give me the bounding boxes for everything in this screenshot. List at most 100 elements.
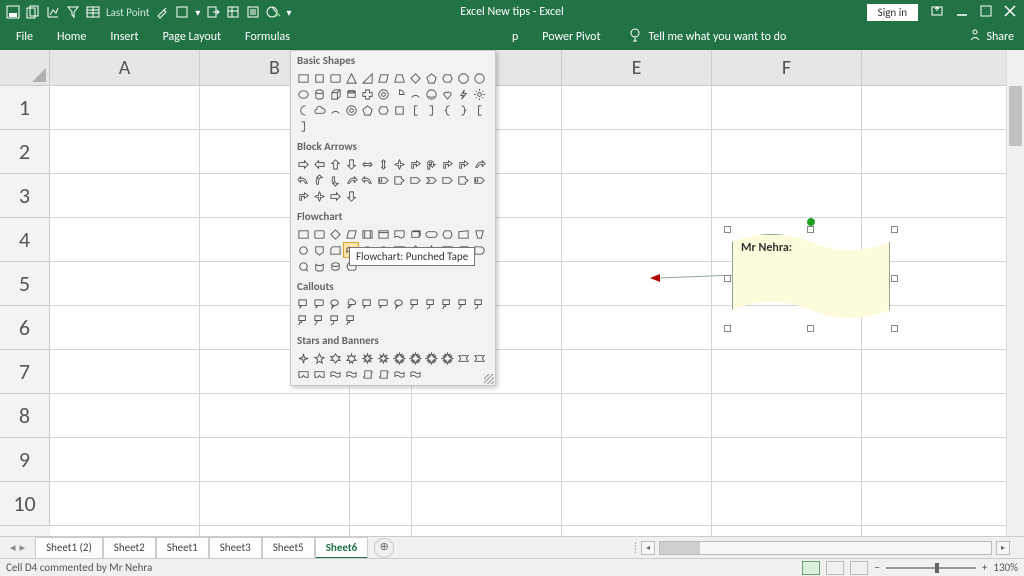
shape-fcMulti[interactable] [407, 226, 423, 242]
shape-arBent[interactable] [439, 156, 455, 172]
shape-arCurL[interactable] [295, 172, 311, 188]
shape-star6[interactable] [327, 350, 343, 366]
shape-coLine2[interactable] [423, 296, 439, 312]
shape-ar4[interactable] [391, 156, 407, 172]
shape-arPent[interactable] [407, 172, 423, 188]
shape-arCurR[interactable] [343, 172, 359, 188]
shape-arStr[interactable] [375, 172, 391, 188]
zoom-in-button[interactable]: + [982, 561, 987, 574]
shape-fcProc[interactable] [295, 226, 311, 242]
shape-arPent[interactable] [439, 172, 455, 188]
shape-triangle[interactable] [343, 70, 359, 86]
shape-arUturn[interactable] [423, 156, 439, 172]
shape-fcDec[interactable] [327, 226, 343, 242]
zoom-level[interactable]: 130% [993, 561, 1018, 574]
shape-arU[interactable] [327, 156, 343, 172]
shape-oval[interactable] [295, 86, 311, 102]
shape-donut[interactable] [343, 102, 359, 118]
resize-handle[interactable] [724, 275, 731, 282]
shape-cyl[interactable] [311, 86, 327, 102]
row-header[interactable]: 8 [0, 394, 50, 438]
shape-hex[interactable] [375, 102, 391, 118]
row-header[interactable]: 5 [0, 262, 50, 306]
brush-icon[interactable] [155, 5, 169, 19]
shape-fcMan[interactable] [455, 226, 471, 242]
zoom-slider[interactable] [886, 567, 976, 569]
spreadsheet-icon[interactable] [226, 5, 240, 19]
last-point-label[interactable]: Last Point [106, 6, 149, 19]
resize-handle[interactable] [807, 325, 814, 332]
shape-fcInt[interactable] [375, 226, 391, 242]
shape-arc[interactable] [407, 86, 423, 102]
resize-handle[interactable] [891, 325, 898, 332]
shape-pie[interactable] [391, 86, 407, 102]
qat-dropdown-icon[interactable]: ▾ [195, 6, 200, 19]
shape-oct[interactable] [455, 70, 471, 86]
sheet-tab[interactable]: Sheet2 [103, 537, 156, 559]
vertical-scrollbar[interactable] [1006, 50, 1024, 536]
form-icon[interactable] [246, 5, 260, 19]
shape-circle[interactable] [471, 70, 487, 86]
shape-arBent[interactable] [455, 156, 471, 172]
shape-star8[interactable] [375, 350, 391, 366]
shape-fcManOp[interactable] [471, 226, 487, 242]
shape-square[interactable] [391, 102, 407, 118]
shape-arc[interactable] [327, 102, 343, 118]
shape-para[interactable] [375, 70, 391, 86]
view-page-break-button[interactable] [850, 561, 868, 575]
shape-arL[interactable] [311, 156, 327, 172]
shape-burst[interactable] [407, 350, 423, 366]
scroll-left-icon[interactable]: ◂ [641, 541, 655, 555]
shape-coCloud[interactable] [343, 296, 359, 312]
shape-fcCard[interactable] [327, 242, 343, 258]
select-all-corner[interactable] [0, 50, 50, 86]
zoom-out-button[interactable]: − [874, 561, 879, 574]
tab-home[interactable]: Home [45, 26, 98, 48]
row-header[interactable]: 1 [0, 86, 50, 130]
shape-arLR[interactable] [359, 156, 375, 172]
shape-arD[interactable] [343, 188, 359, 204]
shape-lbrk[interactable] [407, 102, 423, 118]
tab-power-pivot[interactable]: Power Pivot [530, 26, 612, 48]
tab-nav[interactable]: ◂ ▸ [0, 541, 35, 554]
shape-cross[interactable] [359, 86, 375, 102]
shape-arStr[interactable] [471, 172, 487, 188]
resize-handle[interactable] [724, 325, 731, 332]
rotation-handle[interactable] [807, 218, 815, 226]
row-header[interactable]: 6 [0, 306, 50, 350]
checkbox-icon[interactable] [175, 5, 189, 19]
shape-square[interactable] [311, 70, 327, 86]
row-header[interactable]: 10 [0, 482, 50, 526]
sheet-tab[interactable]: Sheet1 (2) [35, 537, 103, 559]
col-header-f[interactable]: F [712, 50, 862, 85]
shape-rbr[interactable] [455, 102, 471, 118]
shape-rtri[interactable] [359, 70, 375, 86]
shape-arBent[interactable] [295, 188, 311, 204]
shape-coLine1[interactable] [455, 296, 471, 312]
shape-wave[interactable] [327, 366, 343, 382]
shape-pent[interactable] [423, 70, 439, 86]
shape-fcOff[interactable] [311, 242, 327, 258]
new-sheet-button[interactable]: ⊕ [374, 538, 394, 558]
shape-can[interactable] [343, 86, 359, 102]
horizontal-scrollbar[interactable]: ⁞ ◂ ▸ [634, 541, 1024, 555]
shape-hex[interactable] [439, 70, 455, 86]
row-header[interactable]: 3 [0, 174, 50, 218]
shape-rect[interactable] [295, 70, 311, 86]
shape-scroll[interactable] [375, 366, 391, 382]
close-icon[interactable] [1004, 5, 1016, 20]
col-header-a[interactable]: A [50, 50, 200, 85]
shape-fcPrep[interactable] [439, 226, 455, 242]
row-header[interactable]: 9 [0, 438, 50, 482]
shape-diamond[interactable] [407, 70, 423, 86]
comment-box[interactable]: Mr Nehra: [732, 234, 890, 324]
table-icon[interactable] [86, 5, 100, 19]
shape-coLine1[interactable] [311, 312, 327, 328]
shape-trap[interactable] [391, 70, 407, 86]
shape-arR[interactable] [295, 156, 311, 172]
resize-handle[interactable] [891, 275, 898, 282]
shape-burst[interactable] [391, 350, 407, 366]
shape-coRound[interactable] [311, 296, 327, 312]
shape-coRect[interactable] [359, 296, 375, 312]
shape-roundrect[interactable] [327, 70, 343, 86]
